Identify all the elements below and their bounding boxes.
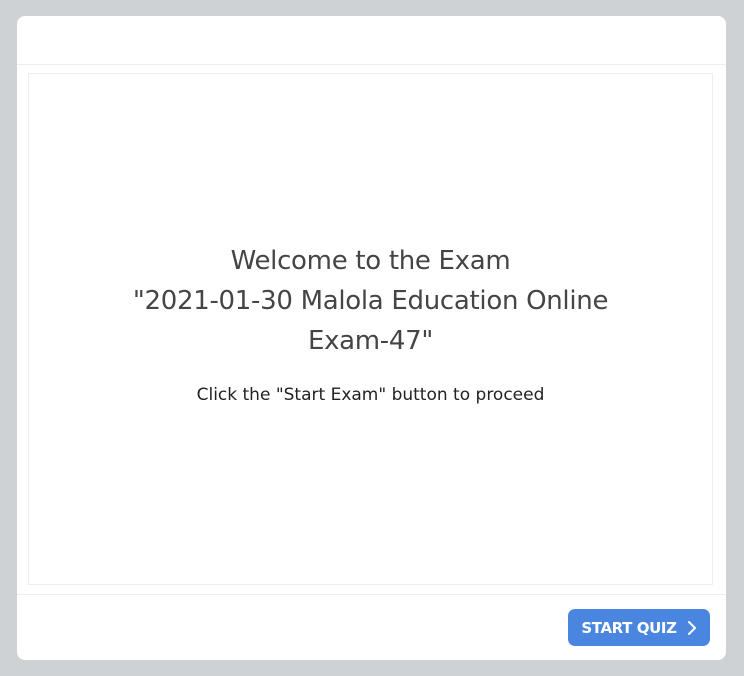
exam-name: "2021-01-30 Malola Education Online Exam… xyxy=(132,286,609,356)
card-footer: START QUIZ xyxy=(17,594,726,660)
exam-card: Welcome to the Exam "2021-01-30 Malola E… xyxy=(17,16,726,660)
welcome-title: Welcome to the Exam "2021-01-30 Malola E… xyxy=(29,241,712,361)
start-quiz-button[interactable]: START QUIZ xyxy=(568,609,710,646)
chevron-right-icon xyxy=(687,620,697,635)
instruction-text: Click the "Start Exam" button to proceed xyxy=(196,385,545,405)
exam-intro-panel: Welcome to the Exam "2021-01-30 Malola E… xyxy=(28,73,713,585)
welcome-title-line: Welcome to the Exam xyxy=(230,246,511,276)
card-header xyxy=(17,16,726,65)
start-quiz-label: START QUIZ xyxy=(581,618,677,637)
